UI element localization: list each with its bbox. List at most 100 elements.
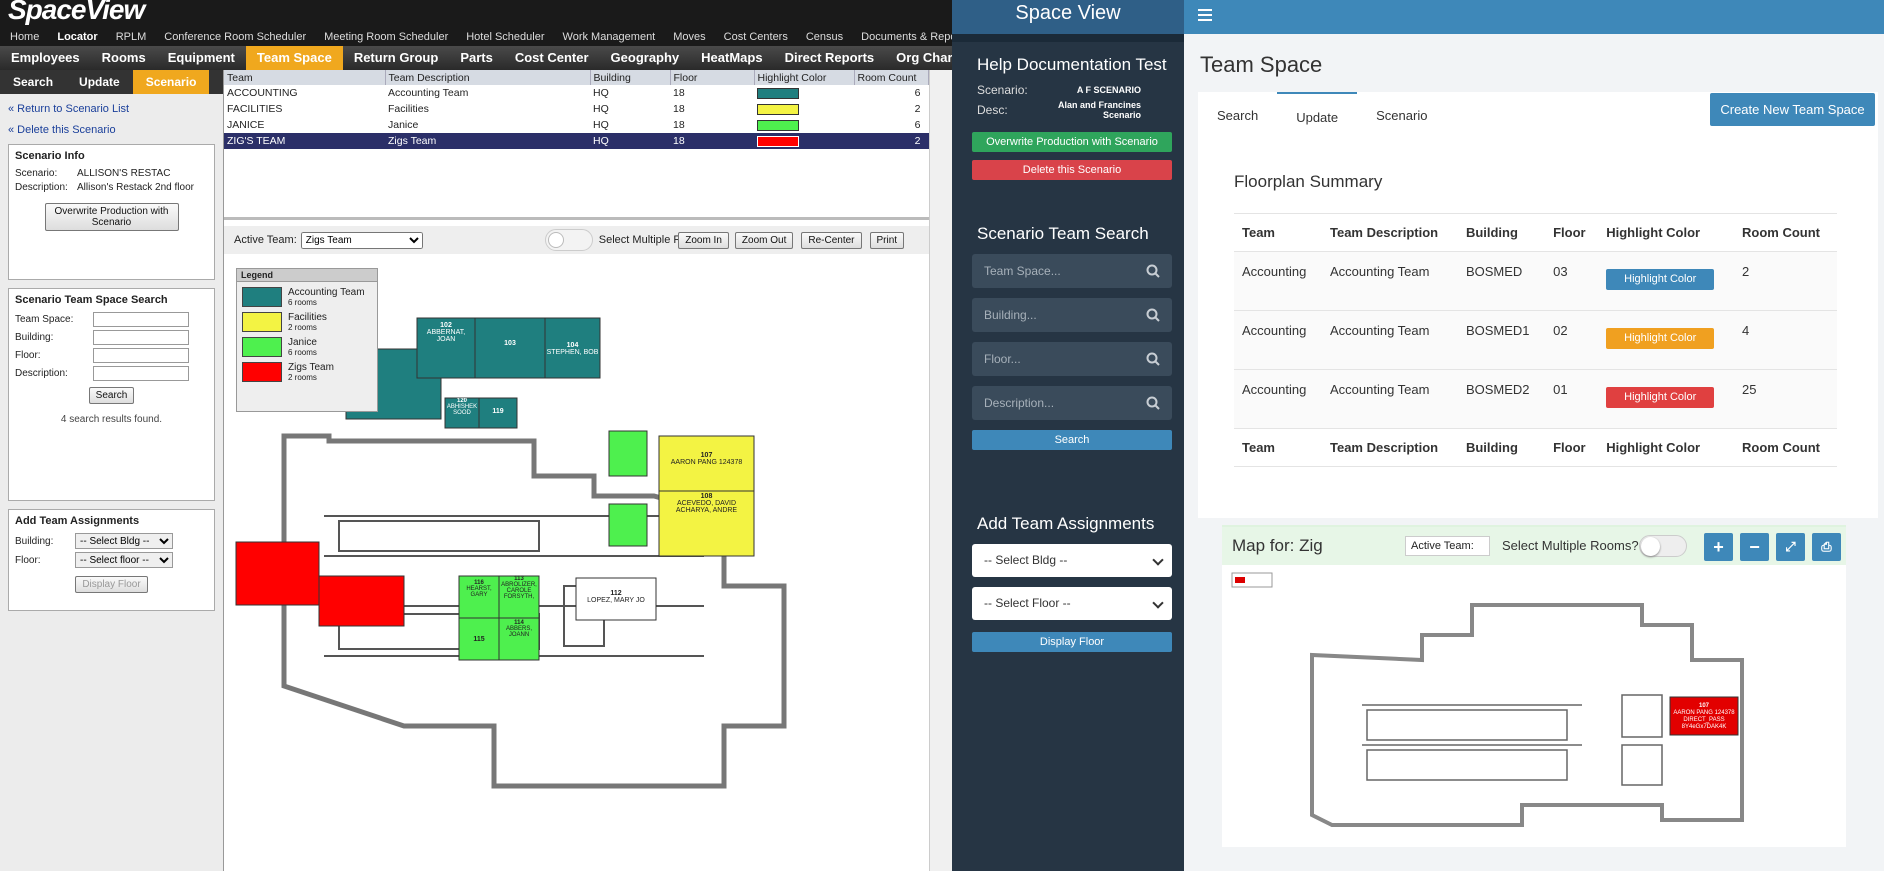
room-107[interactable]: 107 AARON PANG 124378 — [659, 452, 754, 466]
room-114[interactable]: 114 ABBERS, JOANN — [499, 620, 539, 638]
nav-cost-center[interactable]: Cost Center — [504, 46, 600, 70]
search-button[interactable]: Search — [88, 387, 135, 404]
cell-color: Highlight Color — [1598, 251, 1735, 311]
select-building[interactable]: -- Select Bldg -- — [972, 544, 1172, 577]
table-row[interactable]: JANICE Janice HQ 18 6 — [224, 117, 929, 133]
nav-geography[interactable]: Geography — [600, 46, 691, 70]
nav-moves[interactable]: Moves — [673, 31, 705, 43]
zoom-out-icon[interactable]: − — [1740, 533, 1769, 561]
nav-conference-room-scheduler[interactable]: Conference Room Scheduler — [164, 31, 306, 43]
col-room-count: Room Count — [1734, 213, 1837, 252]
tab-search[interactable]: Search — [0, 70, 66, 94]
zoom-in-icon[interactable]: + — [1704, 533, 1733, 561]
floor-input[interactable] — [93, 348, 189, 363]
print-icon[interactable]: ⎙ — [1812, 533, 1841, 561]
legend-swatch — [242, 312, 282, 332]
display-floor-button[interactable]: Display Floor — [972, 632, 1172, 652]
select-floor[interactable]: -- Select floor -- — [75, 552, 173, 568]
re-center-button[interactable]: Re-Center — [801, 231, 862, 249]
expand-icon[interactable]: ⤢ — [1776, 533, 1805, 561]
nav-equipment[interactable]: Equipment — [157, 46, 246, 70]
table-row-selected[interactable]: ZIG'S TEAM Zigs Team HQ 18 2 — [224, 133, 929, 149]
nav-direct-reports[interactable]: Direct Reports — [774, 46, 886, 70]
tab-update[interactable]: Update — [1277, 92, 1358, 138]
cell-desc: Accounting Team — [388, 87, 469, 99]
tab-scenario[interactable]: Scenario — [1357, 92, 1446, 138]
zoom-in-button[interactable]: Zoom In — [678, 231, 729, 249]
nav-return-group[interactable]: Return Group — [343, 46, 450, 70]
nav-work-management[interactable]: Work Management — [563, 31, 656, 43]
nav-documents-reports[interactable]: Documents & Reports — [861, 31, 952, 43]
team-space-search-input[interactable]: Team Space... — [972, 254, 1172, 288]
col-team-description[interactable]: Team Description — [385, 70, 591, 85]
overwrite-production-button[interactable]: Overwrite Production with Scenario — [972, 132, 1172, 152]
room-108[interactable]: 108 ACEVEDO, DAVID ACHARYA, ANDRE — [659, 493, 754, 514]
delete-scenario-link[interactable]: « Delete this Scenario — [8, 124, 223, 136]
col-room-count[interactable]: Room Count — [854, 70, 929, 85]
tab-scenario[interactable]: Scenario — [132, 70, 210, 94]
room-102[interactable]: 102 ABBERNAT, JOAN — [417, 322, 475, 343]
highlight-color-button[interactable]: Highlight Color — [1606, 269, 1715, 290]
nav-team-space[interactable]: Team Space — [245, 46, 343, 70]
zoom-out-button[interactable]: Zoom Out — [734, 231, 794, 249]
room-104[interactable]: 104 STEPHEN, BOB — [545, 342, 600, 356]
nav-hotel-scheduler[interactable]: Hotel Scheduler — [466, 31, 544, 43]
nav-org-chart[interactable]: Org Char — [885, 46, 952, 70]
table-row[interactable]: ACCOUNTING Accounting Team HQ 18 6 — [224, 85, 929, 101]
mini-room-107[interactable]: 107 AARON PANG 124378 DIRECT_PASS 8Y4eGx7… — [1670, 703, 1738, 731]
nav-census[interactable]: Census — [806, 31, 843, 43]
nav-locator[interactable]: Locator — [57, 31, 97, 43]
cell-count: 2 — [914, 103, 921, 115]
room-120[interactable]: 120 ABHISHEK SOOD — [445, 398, 479, 428]
room-119[interactable]: 119 — [479, 408, 517, 415]
building-search-input[interactable]: Building... — [972, 298, 1172, 332]
overwrite-production-button[interactable]: Overwrite Production with Scenario — [44, 203, 179, 231]
print-button[interactable]: Print — [869, 231, 905, 249]
room-115[interactable]: 115 — [459, 636, 499, 643]
nav-cost-centers[interactable]: Cost Centers — [724, 31, 788, 43]
active-team-select[interactable]: Active Team: — [1405, 536, 1490, 556]
mini-floorplan[interactable] — [1222, 565, 1846, 847]
select-multiple-toggle[interactable] — [1639, 535, 1687, 557]
col-building[interactable]: Building — [590, 70, 671, 85]
nav-rplm[interactable]: RPLM — [116, 31, 147, 43]
description-search-input[interactable]: Description... — [972, 386, 1172, 420]
room-116[interactable]: 116 HEARST, GARY — [459, 580, 499, 598]
cell-desc: Zigs Team — [385, 133, 590, 149]
room-112[interactable]: 112 LOPEZ, MARY JO — [576, 590, 656, 604]
team-space-input[interactable] — [93, 312, 189, 327]
description-input[interactable] — [93, 366, 189, 381]
tab-update[interactable]: Update — [66, 70, 133, 94]
nav-rooms[interactable]: Rooms — [91, 46, 157, 70]
nav-heatmaps[interactable]: HeatMaps — [690, 46, 773, 70]
room-113[interactable]: 113 ABROLIZER, CAROLE FORSYTH, — [499, 576, 539, 600]
nav-employees[interactable]: Employees — [0, 46, 91, 70]
search-button[interactable]: Search — [972, 430, 1172, 450]
building-input[interactable] — [93, 330, 189, 345]
hamburger-menu-icon[interactable] — [1198, 9, 1212, 24]
select-floor[interactable]: -- Select Floor -- — [972, 587, 1172, 620]
cell-color — [754, 85, 854, 101]
tab-search[interactable]: Search — [1198, 92, 1277, 138]
nav-parts[interactable]: Parts — [449, 46, 504, 70]
highlight-color-button[interactable]: Highlight Color — [1606, 387, 1715, 408]
select-building[interactable]: -- Select Bldg -- — [75, 533, 173, 549]
delete-scenario-button[interactable]: Delete this Scenario — [972, 160, 1172, 180]
create-new-team-space-button[interactable]: Create New Team Space — [1710, 93, 1875, 126]
floor-search-input[interactable]: Floor... — [972, 342, 1172, 376]
nav-meeting-room-scheduler[interactable]: Meeting Room Scheduler — [324, 31, 448, 43]
select-multiple-toggle[interactable] — [544, 229, 593, 251]
display-floor-button[interactable]: Display Floor — [75, 576, 148, 593]
vertical-scrollbar[interactable] — [929, 70, 952, 871]
col-floor[interactable]: Floor — [670, 70, 755, 85]
col-highlight-color[interactable]: Highlight Color — [754, 70, 855, 85]
active-team-select[interactable]: Zigs Team — [300, 231, 423, 249]
return-to-scenario-list-link[interactable]: « Return to Scenario List — [8, 103, 223, 115]
table-row[interactable]: FACILITIES Facilities HQ 18 2 — [224, 101, 929, 117]
room-103[interactable]: 103 — [475, 340, 545, 347]
team-grid: Team Team Description Building Floor Hig… — [224, 70, 929, 220]
col-team[interactable]: Team — [224, 70, 386, 85]
highlight-color-button[interactable]: Highlight Color — [1606, 328, 1715, 349]
cell-count: 2 — [1734, 251, 1837, 311]
nav-home[interactable]: Home — [10, 31, 39, 43]
